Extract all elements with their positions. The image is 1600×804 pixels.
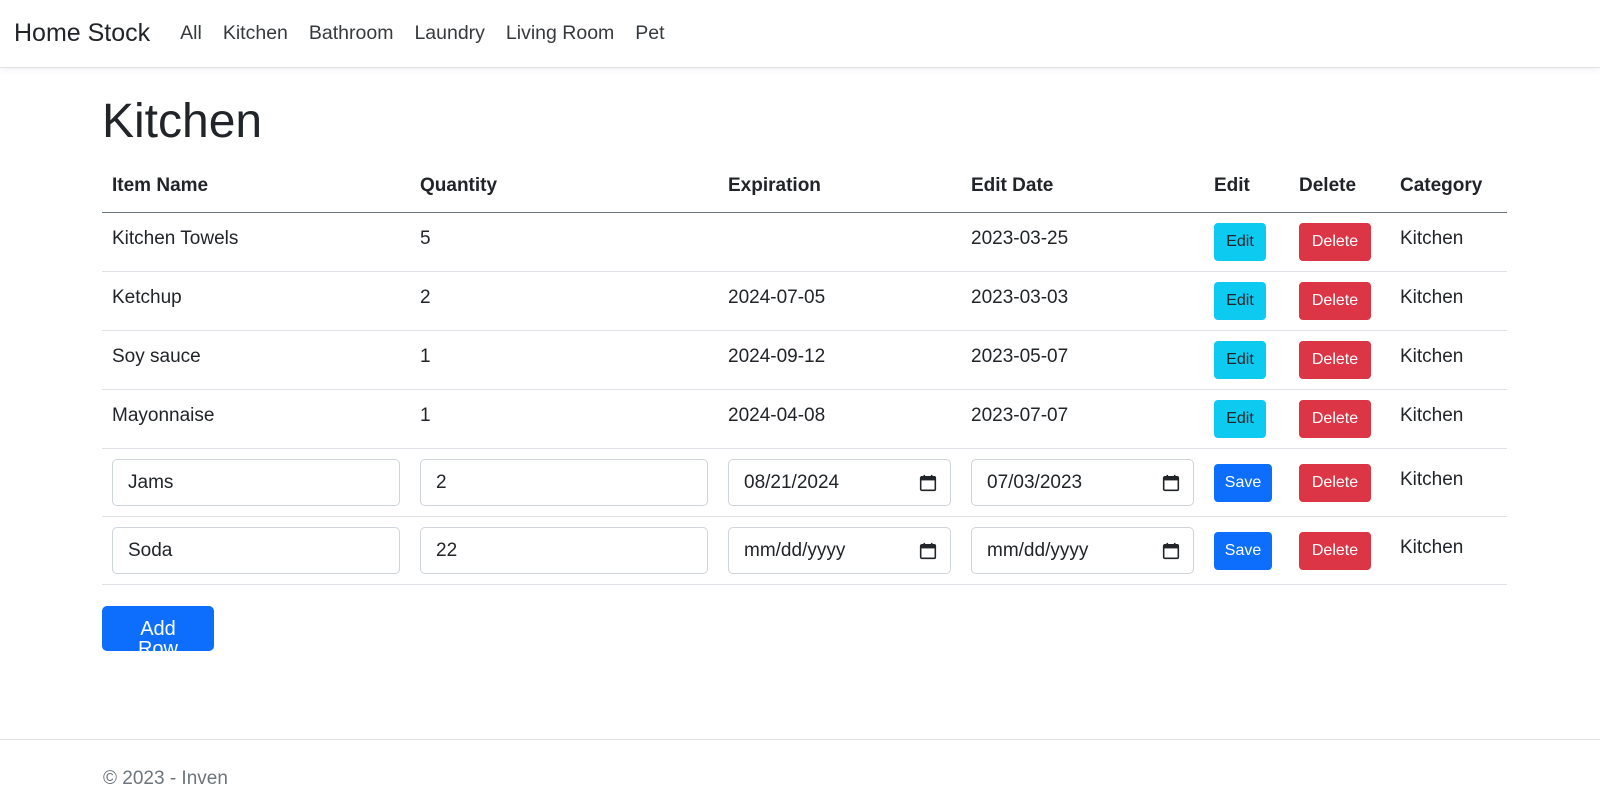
item-category: Kitchen xyxy=(1400,346,1464,368)
brand-link[interactable]: Home Stock xyxy=(14,19,150,48)
quantity-input[interactable]: 2 xyxy=(420,459,708,507)
item-expiration: 2024-04-08 xyxy=(728,405,826,427)
header-category: Category xyxy=(1390,168,1507,214)
calendar-icon[interactable] xyxy=(1162,542,1180,560)
quantity-input[interactable]: 22 xyxy=(420,527,708,575)
edit-date-value: mm/dd/yyyy xyxy=(987,539,1089,561)
edit-button[interactable]: Edit xyxy=(1214,341,1266,380)
item-edit-date: 2023-03-03 xyxy=(971,287,1069,309)
header-item-name: Item Name xyxy=(102,168,410,214)
item-category: Kitchen xyxy=(1400,287,1464,309)
nav-link-all[interactable]: All xyxy=(180,22,202,45)
item-name-input-value: Soda xyxy=(128,539,173,561)
calendar-icon[interactable] xyxy=(1162,474,1180,492)
table-row: Mayonnaise 1 2024-04-08 2023-07-07 Edit … xyxy=(102,389,1507,450)
nav-link-pet[interactable]: Pet xyxy=(635,22,664,45)
edit-date-value: 07/03/2023 xyxy=(987,471,1083,493)
header-quantity: Quantity xyxy=(410,168,718,214)
item-name: Kitchen Towels xyxy=(112,228,239,250)
nav-links: All Kitchen Bathroom Laundry Living Room… xyxy=(180,22,685,45)
expiration-date-input[interactable]: 08/21/2024 xyxy=(728,459,951,507)
table-row: Kitchen Towels 5 2023-03-25 Edit Delete … xyxy=(102,212,1507,273)
header-delete: Delete xyxy=(1289,168,1390,214)
item-quantity: 1 xyxy=(420,346,431,368)
header-edit-date: Edit Date xyxy=(961,168,1204,214)
item-name: Soy sauce xyxy=(112,346,201,368)
edit-button[interactable]: Edit xyxy=(1214,400,1266,439)
inventory-table: Item Name Quantity Expiration Edit Date … xyxy=(102,168,1507,586)
table-row: Soy sauce 1 2024-09-12 2023-05-07 Edit D… xyxy=(102,330,1507,391)
editable-table-row: Soda 22 mm/dd/yyyy mm/dd/yyyy Save Delet… xyxy=(102,516,1507,586)
navbar: Home Stock All Kitchen Bathroom Laundry … xyxy=(0,0,1600,68)
delete-button[interactable]: Delete xyxy=(1299,341,1371,380)
expiration-date-value: 08/21/2024 xyxy=(744,471,840,493)
item-quantity: 2 xyxy=(420,287,431,309)
item-category: Kitchen xyxy=(1400,536,1464,558)
footer: © 2023 - Inven xyxy=(0,739,1600,804)
item-category: Kitchen xyxy=(1400,228,1464,250)
nav-link-living-room[interactable]: Living Room xyxy=(506,22,614,45)
item-category: Kitchen xyxy=(1400,405,1464,427)
add-row-button[interactable]: Add Row xyxy=(102,606,214,659)
delete-button[interactable]: Delete xyxy=(1299,531,1371,570)
edit-date-input[interactable]: 07/03/2023 xyxy=(971,459,1194,507)
edit-button[interactable]: Edit xyxy=(1214,223,1266,262)
save-button[interactable]: Save xyxy=(1214,463,1272,502)
edit-date-input[interactable]: mm/dd/yyyy xyxy=(971,527,1194,575)
expiration-date-value: mm/dd/yyyy xyxy=(744,539,846,561)
edit-button[interactable]: Edit xyxy=(1214,282,1266,321)
item-quantity: 1 xyxy=(420,405,431,427)
footer-copyright: © 2023 - Inven xyxy=(103,768,228,789)
item-name-input[interactable]: Soda xyxy=(112,527,400,575)
header-expiration: Expiration xyxy=(718,168,961,214)
item-name-input[interactable]: Jams xyxy=(112,459,400,507)
editable-table-row: Jams 2 08/21/2024 07/03/2023 Save Delete… xyxy=(102,448,1507,518)
expiration-date-input[interactable]: mm/dd/yyyy xyxy=(728,527,951,575)
nav-link-laundry[interactable]: Laundry xyxy=(414,22,484,45)
main-content: Kitchen Item Name Quantity Expiration Ed… xyxy=(102,68,1507,660)
calendar-icon[interactable] xyxy=(919,542,937,560)
calendar-icon[interactable] xyxy=(919,474,937,492)
page-title: Kitchen xyxy=(102,95,263,148)
delete-button[interactable]: Delete xyxy=(1299,223,1371,262)
header-edit: Edit xyxy=(1204,168,1289,214)
table-header-row: Item Name Quantity Expiration Edit Date … xyxy=(102,168,1507,214)
item-name-input-value: Jams xyxy=(128,471,174,493)
quantity-input-value: 22 xyxy=(436,539,458,561)
nav-link-kitchen[interactable]: Kitchen xyxy=(223,22,288,45)
item-expiration: 2024-07-05 xyxy=(728,287,826,309)
item-name: Ketchup xyxy=(112,287,182,309)
item-edit-date: 2023-03-25 xyxy=(971,228,1069,250)
table-row: Ketchup 2 2024-07-05 2023-03-03 Edit Del… xyxy=(102,271,1507,332)
item-category: Kitchen xyxy=(1400,468,1464,490)
nav-link-bathroom[interactable]: Bathroom xyxy=(309,22,394,45)
item-quantity: 5 xyxy=(420,228,431,250)
item-name: Mayonnaise xyxy=(112,405,215,427)
quantity-input-value: 2 xyxy=(436,471,447,493)
save-button[interactable]: Save xyxy=(1214,531,1272,570)
delete-button[interactable]: Delete xyxy=(1299,400,1371,439)
delete-button[interactable]: Delete xyxy=(1299,282,1371,321)
item-edit-date: 2023-07-07 xyxy=(971,405,1069,427)
item-edit-date: 2023-05-07 xyxy=(971,346,1069,368)
item-expiration: 2024-09-12 xyxy=(728,346,826,368)
delete-button[interactable]: Delete xyxy=(1299,463,1371,502)
